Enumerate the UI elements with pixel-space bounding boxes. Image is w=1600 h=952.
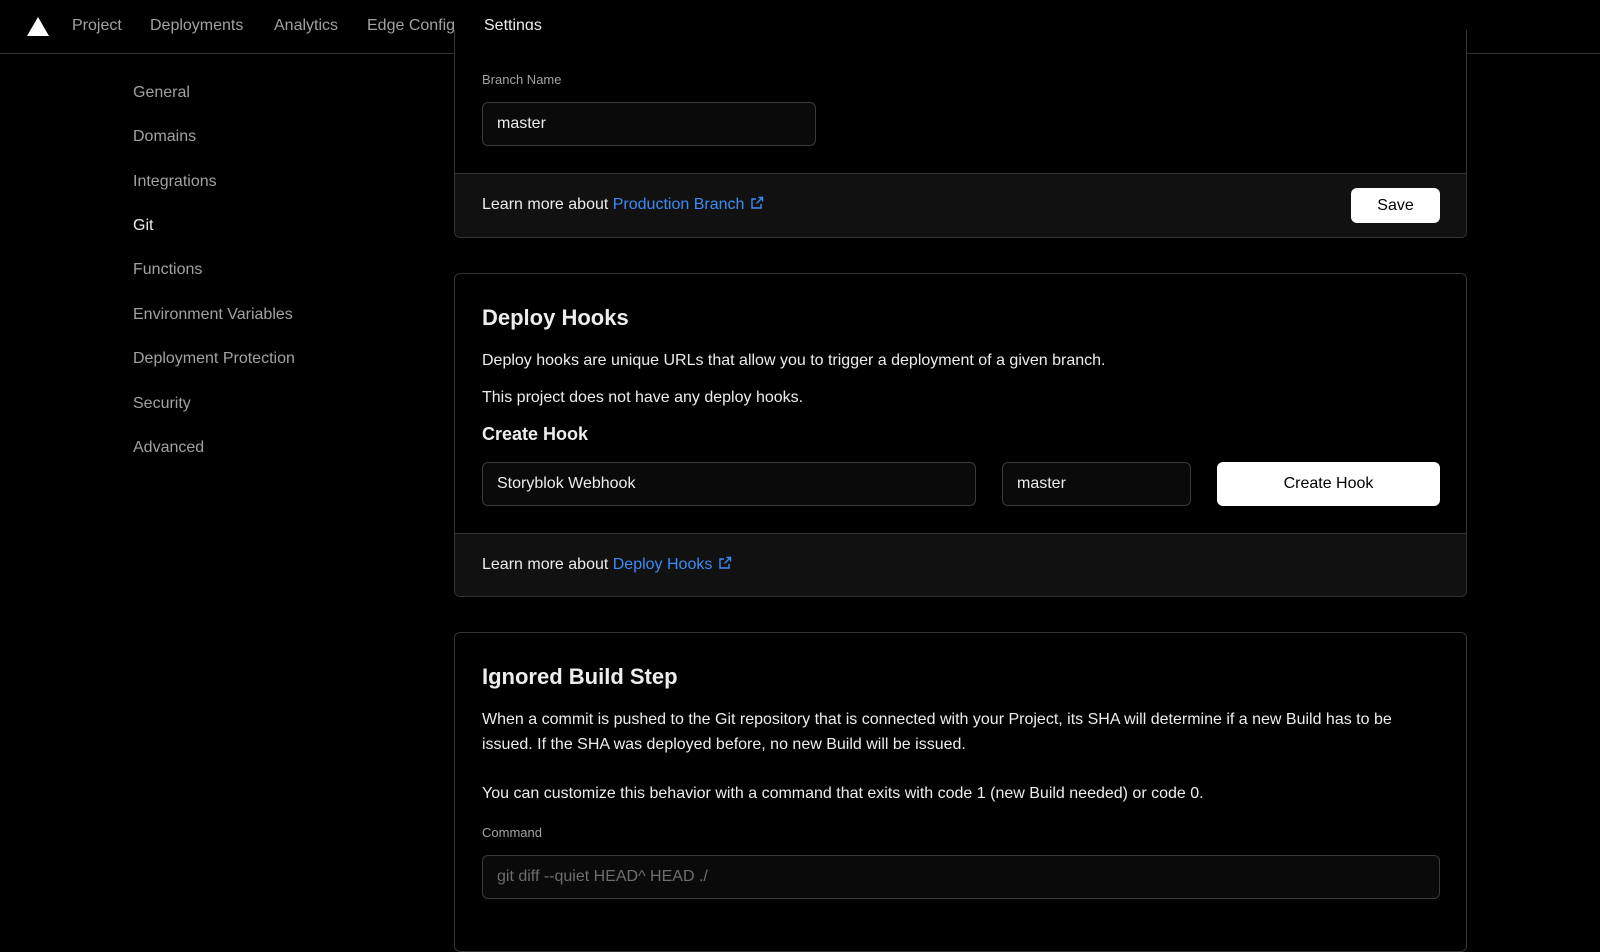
- deploy-hooks-footer-text: Learn more about Deploy Hooks: [482, 556, 732, 574]
- deploy-hooks-link-label: Deploy Hooks: [612, 556, 713, 573]
- deploy-hooks-title: Deploy Hooks: [482, 305, 629, 330]
- tab-deployments[interactable]: Deployments: [150, 0, 243, 53]
- create-hook-button[interactable]: Create Hook: [1217, 462, 1440, 506]
- sidebar-item-general[interactable]: General: [133, 81, 190, 105]
- sidebar-item-integrations[interactable]: Integrations: [133, 170, 217, 194]
- ignored-build-step-customize-text: You can customize this behavior with a c…: [482, 785, 1204, 802]
- production-branch-footer-text: Learn more about Production Branch: [482, 196, 764, 214]
- sidebar-item-environment-variables[interactable]: Environment Variables: [133, 303, 293, 327]
- ignored-build-step-title: Ignored Build Step: [482, 664, 678, 689]
- tab-analytics[interactable]: Analytics: [274, 0, 338, 53]
- deploy-hooks-link[interactable]: Deploy Hooks: [613, 556, 733, 573]
- tab-project[interactable]: Project: [72, 0, 122, 53]
- deploy-hooks-card: Deploy Hooks Deploy hooks are unique URL…: [454, 273, 1467, 597]
- deploy-hooks-footer: Learn more about Deploy Hooks: [455, 533, 1466, 596]
- deploy-hooks-empty-text: This project does not have any deploy ho…: [482, 389, 804, 406]
- learn-more-prefix: Learn more about: [482, 196, 613, 213]
- ignored-build-step-description: When a commit is pushed to the Git repos…: [482, 711, 1392, 753]
- command-input[interactable]: [482, 855, 1440, 899]
- production-branch-footer: Learn more about Production Branch Save: [455, 173, 1466, 237]
- command-label: Command: [482, 825, 542, 840]
- production-branch-card: Branch Name Learn more about Production …: [454, 30, 1467, 238]
- sidebar-item-deployment-protection[interactable]: Deployment Protection: [133, 347, 295, 371]
- hook-branch-input[interactable]: [1002, 462, 1191, 506]
- sidebar-item-advanced[interactable]: Advanced: [133, 436, 204, 460]
- learn-more-prefix: Learn more about: [482, 556, 613, 573]
- tab-edge-config[interactable]: Edge Config: [367, 0, 455, 53]
- external-link-icon: [751, 196, 764, 209]
- sidebar-item-git[interactable]: Git: [133, 214, 153, 238]
- external-link-icon: [719, 556, 732, 569]
- create-hook-title: Create Hook: [482, 424, 589, 444]
- vercel-logo-icon[interactable]: [27, 17, 49, 36]
- production-branch-link-label: Production Branch: [612, 196, 745, 213]
- branch-name-label: Branch Name: [482, 72, 562, 87]
- save-button[interactable]: Save: [1351, 188, 1440, 223]
- production-branch-link[interactable]: Production Branch: [613, 196, 765, 213]
- ignored-build-step-card: Ignored Build Step When a commit is push…: [454, 632, 1467, 952]
- branch-name-input[interactable]: [482, 102, 816, 146]
- sidebar-item-functions[interactable]: Functions: [133, 258, 202, 282]
- hook-name-input[interactable]: [482, 462, 976, 506]
- sidebar-item-domains[interactable]: Domains: [133, 125, 196, 149]
- sidebar-item-security[interactable]: Security: [133, 392, 191, 416]
- deploy-hooks-description: Deploy hooks are unique URLs that allow …: [482, 352, 1106, 369]
